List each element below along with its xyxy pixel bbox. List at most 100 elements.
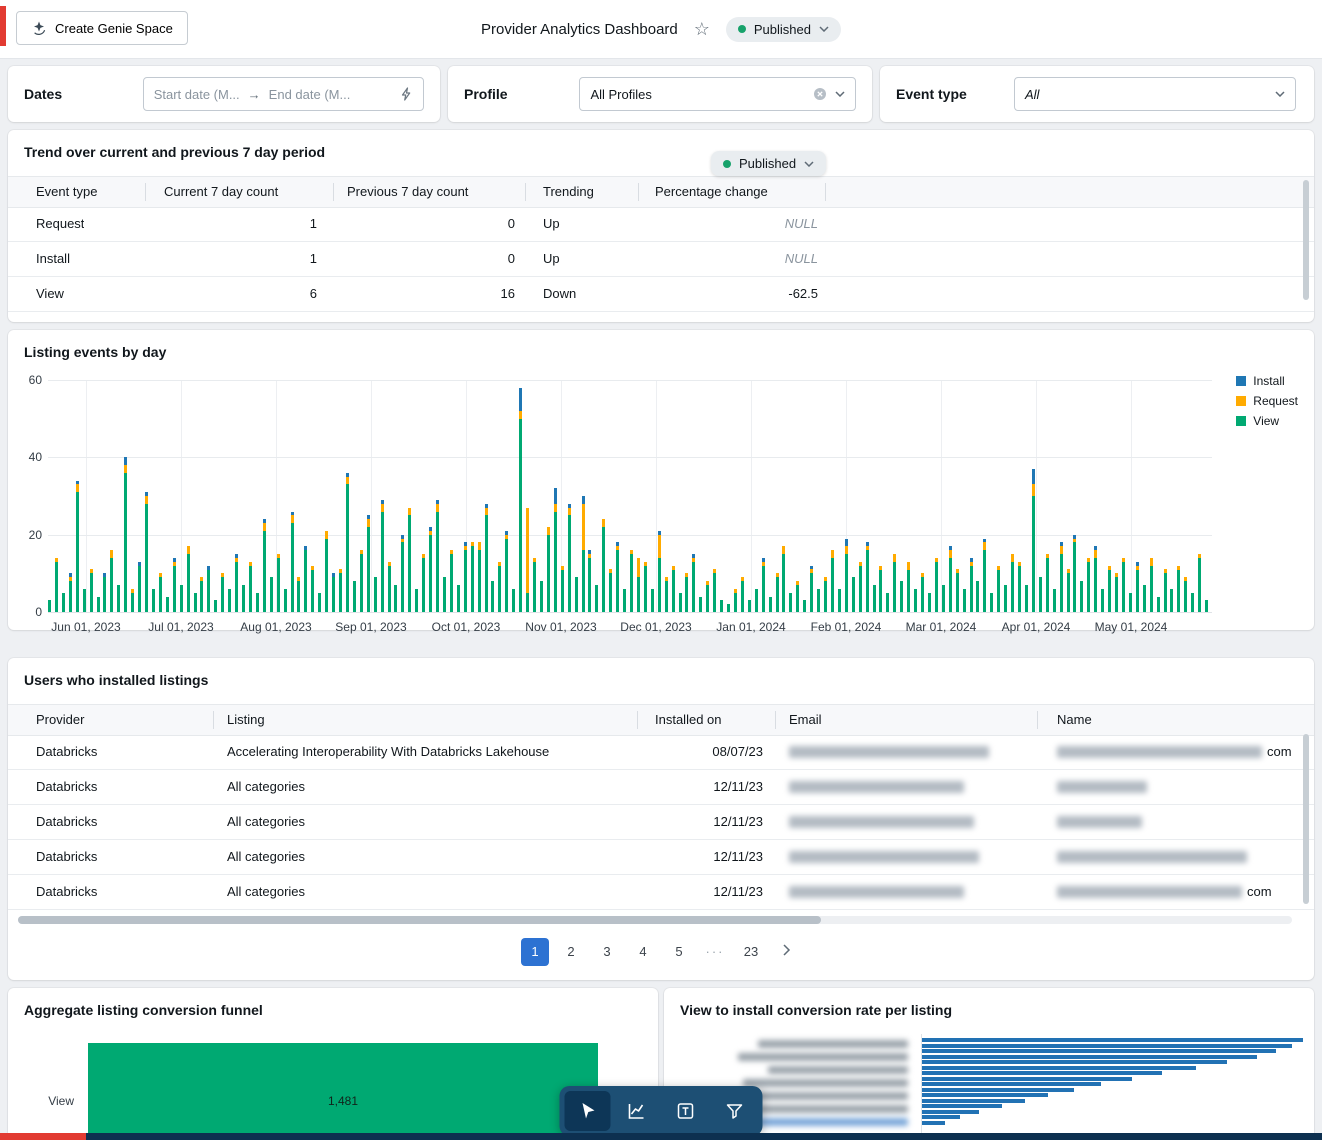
stacked-bar [553,488,557,612]
bar-segment-v [879,569,883,612]
page-button[interactable]: 4 [629,938,657,966]
stacked-bar [1128,592,1132,612]
x-axis-label: Apr 01, 2024 [1001,620,1071,634]
bar-segment-v [179,584,183,612]
bar-segment-v [456,584,460,612]
column-divider [825,183,826,201]
stacked-bar [151,588,155,612]
conversion-bar [922,1071,1162,1075]
date-range-input[interactable]: Start date (M... → End date (M... [142,77,424,111]
cursor-tool-button[interactable] [564,1091,611,1131]
month-gridline [1131,380,1132,612]
published-status-dropdown[interactable]: Published [725,16,841,42]
stacked-bar [1198,554,1202,612]
stacked-bar [574,577,578,612]
stacked-bar [886,592,890,612]
stacked-bar [512,588,516,612]
bar-segment-v [68,581,72,612]
bar-segment-v [955,573,959,612]
page-button[interactable]: 5 [665,938,693,966]
stacked-bar [893,554,897,612]
redacted-email [789,886,964,898]
legend-item[interactable]: Install [1236,374,1298,388]
next-page-button[interactable] [773,938,801,966]
bar-segment-v [82,588,86,612]
bar-segment-v [255,592,259,612]
bar-segment-v [699,596,703,612]
legend-item[interactable]: View [1236,414,1298,428]
page-title: Provider Analytics Dashboard [480,20,678,38]
stacked-bar [1205,600,1209,612]
bar-segment-v [865,550,869,612]
x-axis-label: Aug 01, 2023 [240,620,312,634]
text-icon [677,1103,694,1119]
bar-segment-r [782,546,786,554]
stacked-bar [1018,561,1021,612]
bar-segment-v [553,511,557,612]
conversion-bar [922,1104,1002,1108]
clear-selection-icon[interactable] [813,87,827,101]
add-filter-button[interactable] [712,1091,758,1131]
provider-cell: Databricks [36,814,98,829]
add-text-button[interactable] [663,1091,709,1131]
horizontal-scrollbar[interactable] [18,916,1292,924]
users-panel-title: Users who installed listings [24,672,209,688]
events-panel-title: Listing events by day [24,344,167,360]
left-edge-marker [0,6,6,46]
funnel-bar [88,1043,598,1140]
bar-segment-v [602,526,606,612]
page-button[interactable]: 1 [521,938,549,966]
page-button[interactable]: 3 [593,938,621,966]
bar-segment-v [643,565,647,612]
legend-swatch [1236,416,1247,426]
bar-segment-v [436,511,439,612]
legend-item[interactable]: Request [1236,394,1298,408]
stacked-bar [61,592,65,612]
page-button[interactable]: 2 [557,938,585,966]
quick-range-bolt-icon[interactable] [400,87,413,101]
trending-cell: Up [543,216,560,231]
bar-segment-v [921,577,924,612]
vertical-scrollbar-thumb[interactable] [1303,180,1309,300]
bar-segment-r [581,503,585,551]
bar-segment-v [48,600,51,612]
bar-segment-r [526,507,530,593]
column-divider [213,711,214,729]
bar-segment-v [976,581,980,612]
stacked-bar [429,526,433,612]
stacked-bar [193,592,197,612]
bar-segment-v [796,584,800,612]
stacked-bar [332,573,336,612]
legend-swatch [1236,376,1247,386]
favorite-star-icon[interactable]: ☆ [694,20,710,38]
bar-segment-v [740,581,744,612]
profile-select[interactable]: All Profiles [579,77,856,111]
stacked-bar [228,588,232,612]
stacked-bar [519,387,523,612]
users-column-header: Installed on [655,712,722,727]
y-axis-label: 20 [28,527,42,542]
bar-segment-v [1184,581,1188,612]
stacked-bar [408,507,412,612]
chevron-down-icon [804,160,814,167]
event-type-select[interactable]: All [1014,77,1296,111]
stacked-bar [671,565,675,612]
column-divider [1037,711,1038,729]
add-chart-button[interactable] [614,1091,660,1131]
stacked-bar [955,569,959,612]
stacked-bar [733,588,737,612]
bar-segment-v [1156,596,1160,612]
page-button[interactable]: 23 [737,938,765,966]
stacked-bar [1177,565,1181,612]
bar-segment-v [685,577,689,612]
vertical-scrollbar-thumb[interactable] [1303,734,1309,904]
trending-cell: Up [543,251,560,266]
redacted-listing-label [768,1066,908,1074]
trend-column-header: Event type [36,184,98,199]
published-floating-dropdown[interactable]: Published [711,151,827,176]
horizontal-scrollbar-thumb[interactable] [18,916,821,924]
users-column-header: Listing [227,712,265,727]
bar-segment-r [1011,554,1015,562]
conversion-bar [922,1076,1132,1081]
bar-segment-v [186,554,190,612]
